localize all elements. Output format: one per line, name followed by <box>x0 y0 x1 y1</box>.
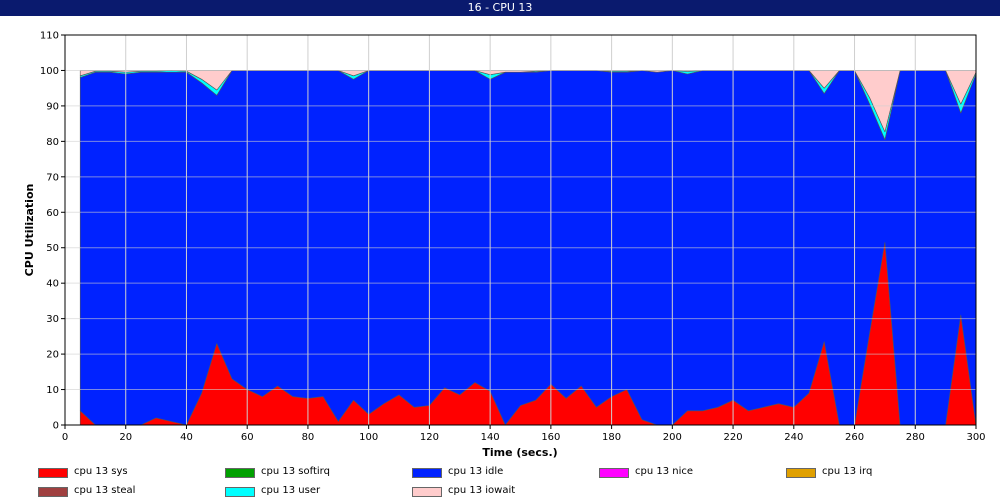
x-tick-label: 100 <box>359 432 378 443</box>
x-tick-label: 260 <box>845 432 864 443</box>
y-tick-label: 10 <box>46 385 59 396</box>
x-axis-label: Time (secs.) <box>482 446 557 459</box>
window-title: 16 - CPU 13 <box>467 1 533 14</box>
window-title-bar: 16 - CPU 13 <box>0 0 1000 16</box>
legend-swatch <box>412 468 442 478</box>
x-tick-label: 240 <box>784 432 803 443</box>
y-tick-label: 90 <box>46 101 59 112</box>
x-tick-label: 300 <box>966 432 985 443</box>
x-tick-label: 220 <box>724 432 743 443</box>
legend-swatch <box>225 487 255 497</box>
legend-label: cpu 13 steal <box>74 485 136 496</box>
x-tick-label: 40 <box>180 432 193 443</box>
x-tick-label: 180 <box>602 432 621 443</box>
y-tick-label: 100 <box>40 66 59 77</box>
legend-swatch <box>225 468 255 478</box>
x-tick-label: 20 <box>119 432 132 443</box>
x-tick-label: 60 <box>241 432 254 443</box>
x-axis-ticks: 0 20 40 60 80 100 120 140 160 180 200 220 240 260 280 3… <box>62 425 986 443</box>
x-tick-label: 80 <box>302 432 315 443</box>
legend-swatch <box>599 468 629 478</box>
y-tick-label: 40 <box>46 279 59 290</box>
legend-label: cpu 13 iowait <box>448 485 516 496</box>
y-tick-label: 110 <box>40 31 59 42</box>
y-tick-label: 60 <box>46 208 59 219</box>
legend-swatch <box>412 487 442 497</box>
legend-swatch <box>38 468 68 478</box>
x-tick-label: 120 <box>420 432 439 443</box>
legend-label: cpu 13 idle <box>448 466 504 477</box>
x-tick-label: 0 <box>62 432 68 443</box>
legend-label: cpu 13 irq <box>822 466 873 477</box>
x-tick-label: 280 <box>906 432 925 443</box>
x-tick-label: 200 <box>663 432 682 443</box>
x-tick-label: 140 <box>481 432 500 443</box>
y-tick-label: 50 <box>46 243 59 254</box>
legend-swatch <box>38 487 68 497</box>
y-tick-label: 70 <box>46 172 59 183</box>
y-tick-label: 80 <box>46 137 59 148</box>
legend-swatch <box>786 468 816 478</box>
y-tick-label: 20 <box>46 350 59 361</box>
y-tick-label: 0 <box>53 421 59 432</box>
y-axis-label: CPU Utilization <box>23 184 36 277</box>
legend-label: cpu 13 sys <box>74 466 128 477</box>
x-tick-label: 160 <box>541 432 560 443</box>
legend-label: cpu 13 user <box>261 485 321 496</box>
legend-label: cpu 13 softirq <box>261 466 330 477</box>
cpu-utilization-chart: 0 10 20 30 40 50 60 70 80 90 100 110 0 20 40 60 80 100 12… <box>23 31 986 460</box>
legend-label: cpu 13 nice <box>635 466 694 477</box>
y-tick-label: 30 <box>46 314 59 325</box>
y-axis-ticks: 0 10 20 30 40 50 60 70 80 90 100 110 <box>40 31 65 432</box>
